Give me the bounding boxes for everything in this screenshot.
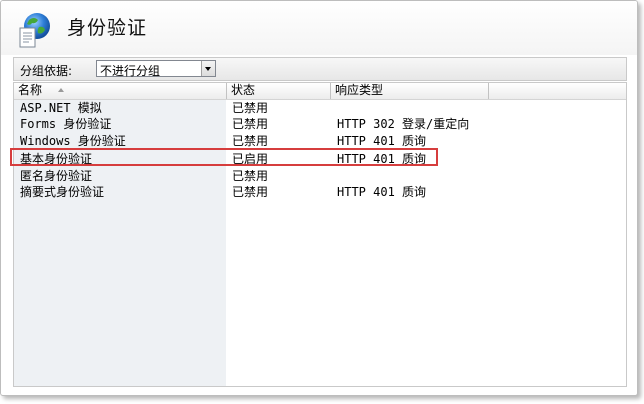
page-title: 身份验证 (67, 17, 148, 39)
row-response-type (337, 169, 617, 183)
globe-document-icon (19, 13, 50, 48)
column-header-response-type[interactable]: 响应类型 (331, 83, 489, 99)
list-header: 名称 状态 响应类型 (14, 83, 626, 100)
group-by-label: 分组依据: (20, 64, 73, 78)
column-header-name[interactable]: 名称 (14, 83, 227, 99)
row-response-type: HTTP 401 质询 (337, 134, 427, 148)
row-status: 已禁用 (232, 117, 269, 131)
page-header: 身份验证 (1, 1, 637, 55)
table-row[interactable]: Windows 身份验证 已禁用 HTTP 401 质询 (14, 134, 626, 148)
row-name: 匿名身份验证 (20, 169, 93, 183)
table-row[interactable]: Forms 身份验证 已禁用 HTTP 302 登录/重定向 (14, 117, 626, 131)
row-response-type: HTTP 302 登录/重定向 (337, 117, 470, 131)
table-row[interactable]: 基本身份验证 已启用 HTTP 401 质询 (14, 152, 626, 166)
column-header-name-label: 名称 (18, 83, 43, 97)
row-status: 已禁用 (232, 185, 269, 199)
group-by-bar: 分组依据: 不进行分组 (13, 57, 627, 81)
row-name: ASP.NET 模拟 (20, 101, 102, 115)
row-name: Forms 身份验证 (20, 117, 112, 131)
row-status: 已禁用 (232, 169, 269, 183)
auth-list: 名称 状态 响应类型 ASP.NET 模拟 已禁用 Forms 身份验证 已禁用… (13, 82, 627, 387)
chevron-down-icon[interactable] (201, 61, 215, 76)
authentication-panel: 身份验证 分组依据: 不进行分组 名称 状态 响应类型 ASP.NET 模拟 已… (0, 0, 638, 396)
row-status: 已禁用 (232, 134, 269, 148)
row-name: Windows 身份验证 (20, 134, 126, 148)
row-status: 已禁用 (232, 101, 269, 115)
row-response-type: HTTP 401 质询 (337, 185, 427, 199)
table-row[interactable]: 匿名身份验证 已禁用 (14, 169, 626, 183)
table-row[interactable]: 摘要式身份验证 已禁用 HTTP 401 质询 (14, 185, 626, 199)
sort-ascending-icon (58, 88, 64, 92)
column-header-status-label: 状态 (231, 83, 256, 97)
row-response-type (337, 101, 617, 115)
row-name: 基本身份验证 (20, 152, 93, 166)
column-header-response-type-label: 响应类型 (335, 83, 384, 97)
table-row[interactable]: ASP.NET 模拟 已禁用 (14, 101, 626, 115)
column-header-status[interactable]: 状态 (227, 83, 331, 99)
row-response-type: HTTP 401 质询 (337, 152, 427, 166)
group-by-value: 不进行分组 (100, 64, 161, 78)
row-name: 摘要式身份验证 (20, 185, 105, 199)
row-status: 已启用 (232, 152, 269, 166)
group-by-select[interactable]: 不进行分组 (96, 60, 216, 78)
